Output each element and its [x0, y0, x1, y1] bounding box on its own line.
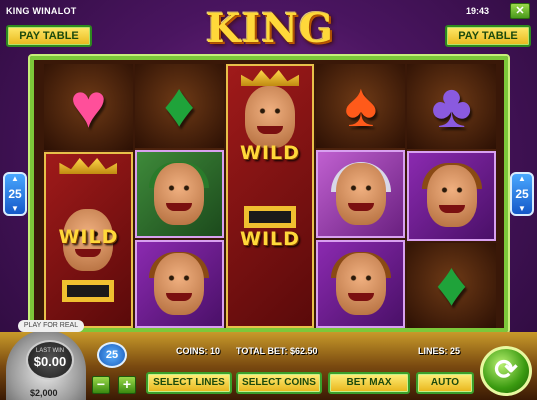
- symbol-queen: [316, 150, 406, 238]
- symbol-prince: [134, 240, 224, 328]
- game-name: KING WINALOT: [6, 6, 77, 16]
- symbol-heart: ♥: [44, 64, 133, 150]
- belt-buckle-icon: [243, 206, 296, 228]
- reel-grid: ♥ WILD ♦ WILD WILD ♠ ♣ ♦: [44, 64, 496, 328]
- king-face: [244, 86, 295, 148]
- symbol-prince: [407, 151, 496, 241]
- arrow-up-icon: ▲: [11, 174, 19, 183]
- arrow-down-icon: ▼: [518, 204, 526, 213]
- reel-5: ♣ ♦: [407, 64, 496, 328]
- diamond-icon: ♦: [435, 250, 468, 320]
- reel-2: ♦: [134, 64, 224, 328]
- spin-button[interactable]: ⟳: [480, 346, 532, 396]
- bet-max-button[interactable]: BET MAX: [328, 372, 410, 394]
- pay-table-button-right[interactable]: PAY TABLE: [445, 25, 531, 47]
- wild-label: WILD: [240, 228, 300, 250]
- total-bet-status: TOTAL BET: $62.50: [236, 346, 318, 356]
- last-win-value: $0.00: [33, 354, 67, 369]
- crown-icon: [240, 70, 299, 86]
- jester-face: [154, 163, 205, 225]
- belt-buckle-icon: [62, 280, 115, 302]
- diamond-icon: ♦: [163, 71, 196, 140]
- symbol-diamond: ♦: [134, 64, 224, 148]
- symbol-prince: [316, 240, 406, 328]
- coin-decrease-button[interactable]: −: [92, 376, 110, 394]
- symbol-spade: ♠: [316, 64, 406, 148]
- arrow-down-icon: ▼: [11, 204, 19, 213]
- symbol-club: ♣: [407, 64, 496, 150]
- pay-table-button-left[interactable]: PAY TABLE: [6, 25, 92, 47]
- auto-button[interactable]: AUTO: [416, 372, 474, 394]
- coins-status: COINS: 10: [176, 346, 221, 356]
- coin-increase-button[interactable]: +: [118, 376, 136, 394]
- symbol-king-wild: WILD: [44, 152, 133, 328]
- symbol-king-wild-stacked: WILD WILD: [225, 64, 315, 328]
- reel-3: WILD WILD: [225, 64, 315, 328]
- lines-indicator-left[interactable]: ▲ 25 ▼: [3, 172, 27, 216]
- arrow-up-icon: ▲: [518, 174, 526, 183]
- spade-icon: ♠: [344, 71, 378, 140]
- symbol-jester: [134, 150, 224, 238]
- play-for-real-button[interactable]: PLAY FOR REAL: [18, 320, 84, 332]
- coin-value-badge: 25: [97, 342, 127, 368]
- balance-value: $2,000: [30, 388, 58, 398]
- crown-icon: [59, 158, 118, 174]
- lines-indicator-right[interactable]: ▲ 25 ▼: [510, 172, 534, 216]
- symbol-diamond: ♦: [407, 242, 496, 328]
- reel-4: ♠: [316, 64, 406, 328]
- close-button[interactable]: ✕: [510, 3, 530, 19]
- club-icon: ♣: [431, 71, 472, 141]
- select-coins-button[interactable]: SELECT COINS: [236, 372, 322, 394]
- prince-face: [154, 253, 205, 315]
- last-win-display: LAST WIN $0.00: [26, 340, 74, 380]
- queen-face: [335, 163, 386, 225]
- prince-face: [426, 164, 477, 227]
- reel-1: ♥ WILD: [44, 64, 133, 328]
- lines-status: LINES: 25: [418, 346, 461, 356]
- prince-face: [335, 253, 386, 315]
- game-logo: KING WINALOT: [155, 5, 385, 106]
- wild-label: WILD: [240, 142, 300, 164]
- wild-label: WILD: [58, 226, 119, 248]
- clock: 19:43: [466, 6, 490, 16]
- select-lines-button[interactable]: SELECT LINES: [146, 372, 232, 394]
- heart-icon: ♥: [69, 72, 107, 141]
